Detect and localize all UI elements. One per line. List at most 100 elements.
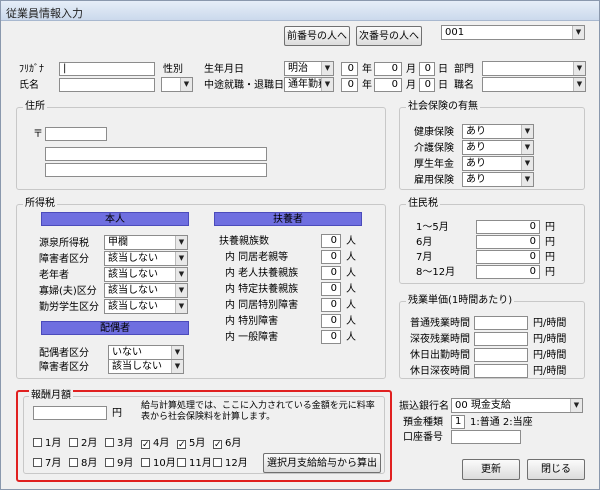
overtime-rate-input[interactable] — [474, 348, 528, 362]
job-title-select[interactable]: ▼ — [482, 77, 586, 92]
spouse-disability-value: 該当しない — [112, 361, 162, 372]
person-unit: 人 — [346, 284, 356, 295]
name-input[interactable] — [59, 78, 155, 92]
address-line2-input[interactable] — [45, 163, 267, 177]
withholding-tax-select[interactable]: 甲欄 ▼ — [104, 235, 188, 250]
hire-year-input[interactable]: 0 — [341, 78, 358, 92]
dependent-count-input[interactable]: 0 — [321, 234, 341, 248]
resident-tax-input[interactable]: 0 — [476, 265, 540, 279]
account-number-input[interactable] — [451, 430, 521, 444]
kana-input[interactable]: | — [59, 62, 155, 76]
day-unit: 日 — [438, 80, 448, 91]
dependent-label: 内 特定扶養親族 — [225, 284, 299, 295]
checkmark-icon: ✓ — [213, 440, 222, 450]
checkbox-empty-icon — [105, 458, 114, 467]
birth-day-input[interactable]: 0 — [419, 62, 435, 76]
chevron-down-icon: ▼ — [521, 125, 533, 138]
address-line1-input[interactable] — [45, 147, 267, 161]
resident-tax-input[interactable]: 0 — [476, 220, 540, 234]
employment-insurance-select[interactable]: あり ▼ — [462, 172, 534, 187]
dependent-count-input[interactable]: 0 — [321, 266, 341, 280]
window-title: 従業員情報入力 — [6, 7, 83, 20]
widow-select[interactable]: 該当しない ▼ — [104, 283, 188, 298]
calc-from-selected-months-button[interactable]: 選択月支給給与から算出 — [263, 453, 381, 473]
hire-month-input[interactable]: 0 — [374, 78, 402, 92]
checkmark-icon: ✓ — [141, 440, 150, 450]
hire-type-select[interactable]: 通年勤務 ▼ — [284, 77, 334, 92]
title-label: 職名 — [454, 80, 474, 91]
month-checkbox[interactable]: 9月 — [105, 458, 133, 470]
checkbox-empty-icon — [69, 438, 78, 447]
social-insurance-title: 社会保険の有無 — [406, 101, 480, 113]
employee-no-select[interactable]: 001 ▼ — [441, 25, 585, 40]
chevron-down-icon: ▼ — [321, 78, 333, 91]
chevron-down-icon: ▼ — [573, 78, 585, 91]
spouse-disability-select[interactable]: 該当しない ▼ — [108, 359, 184, 374]
birth-year-input[interactable]: 0 — [341, 62, 358, 76]
elderly-select[interactable]: 該当しない ▼ — [104, 267, 188, 282]
overtime-rate-input[interactable] — [474, 364, 528, 378]
birth-label: 生年月日 — [204, 64, 244, 75]
postal-code-input[interactable] — [45, 127, 107, 141]
update-button[interactable]: 更新 — [462, 459, 520, 480]
month-checkbox[interactable]: 12月 — [213, 458, 248, 470]
sex-select[interactable]: ▼ — [161, 77, 193, 92]
overtime-rate-input[interactable] — [474, 332, 528, 346]
chevron-down-icon: ▼ — [570, 399, 582, 412]
dependent-label: 扶養親族数 — [219, 236, 269, 247]
pension-select[interactable]: あり ▼ — [462, 156, 534, 171]
birth-month-input[interactable]: 0 — [374, 62, 402, 76]
checkbox-empty-icon — [213, 458, 222, 467]
close-button[interactable]: 閉じる — [527, 459, 585, 480]
chevron-down-icon: ▼ — [521, 141, 533, 154]
month-label: 10月 — [153, 458, 176, 469]
prev-employee-button[interactable]: 前番号の人へ — [284, 26, 350, 46]
resident-tax-input[interactable]: 0 — [476, 235, 540, 249]
working-student-select[interactable]: 該当しない ▼ — [104, 299, 188, 314]
bank-value: 00 現金支給 — [455, 400, 511, 411]
dependent-count-input[interactable]: 0 — [321, 314, 341, 328]
withholding-tax-value: 甲欄 — [108, 237, 128, 248]
birth-era-select[interactable]: 明治 ▼ — [284, 61, 334, 76]
month-checkbox[interactable]: ✓ 5月 — [177, 438, 205, 450]
month-checkbox[interactable]: 11月 — [177, 458, 212, 470]
spouse-type-value: いない — [112, 347, 142, 358]
month-checkbox[interactable]: ✓ 6月 — [213, 438, 241, 450]
spouse-type-select[interactable]: いない ▼ — [108, 345, 184, 360]
month-checkbox[interactable]: 8月 — [69, 458, 97, 470]
month-checkbox[interactable]: 10月 — [141, 458, 176, 470]
yen-per-hour-unit: 円/時間 — [533, 318, 567, 329]
deposit-type-input[interactable]: 1 — [451, 415, 465, 429]
chevron-down-icon: ▼ — [171, 360, 183, 373]
dependent-count-input[interactable]: 0 — [321, 298, 341, 312]
month-checkbox[interactable]: 1月 — [33, 438, 61, 450]
checkbox-empty-icon — [141, 458, 150, 467]
resident-tax-label: 1～5月 — [416, 222, 449, 233]
dependent-count-input[interactable]: 0 — [321, 250, 341, 264]
month-checkbox[interactable]: 2月 — [69, 438, 97, 450]
checkmark-icon: ✓ — [177, 440, 186, 450]
dependent-count-input[interactable]: 0 — [321, 330, 341, 344]
salary-amount-input[interactable] — [33, 406, 107, 420]
resident-tax-input[interactable]: 0 — [476, 250, 540, 264]
dept-select[interactable]: ▼ — [482, 61, 586, 76]
care-insurance-select[interactable]: あり ▼ — [462, 140, 534, 155]
month-checkbox[interactable]: ✓ 4月 — [141, 438, 169, 450]
hire-day-input[interactable]: 0 — [419, 78, 435, 92]
self-label: 障害者区分 — [39, 254, 89, 265]
self-label: 老年者 — [39, 270, 69, 281]
salary-unit: 円 — [112, 408, 122, 419]
health-insurance-select[interactable]: あり ▼ — [462, 124, 534, 139]
salary-note: 給与計算処理では、ここに入力されている金額を元に料率表から社会保険料を計算します… — [141, 401, 375, 422]
dependent-label: 内 同居特別障害 — [225, 300, 299, 311]
month-checkbox[interactable]: 7月 — [33, 458, 61, 470]
month-checkbox[interactable]: 3月 — [105, 438, 133, 450]
resident-tax-label: 6月 — [416, 237, 433, 248]
bank-select[interactable]: 00 現金支給 ▼ — [451, 398, 583, 413]
spouse-label: 配偶者区分 — [39, 348, 89, 359]
social-label: 健康保険 — [414, 127, 454, 138]
next-employee-button[interactable]: 次番号の人へ — [356, 26, 422, 46]
self-disability-select[interactable]: 該当しない ▼ — [104, 251, 188, 266]
dependent-count-input[interactable]: 0 — [321, 282, 341, 296]
overtime-rate-input[interactable] — [474, 316, 528, 330]
